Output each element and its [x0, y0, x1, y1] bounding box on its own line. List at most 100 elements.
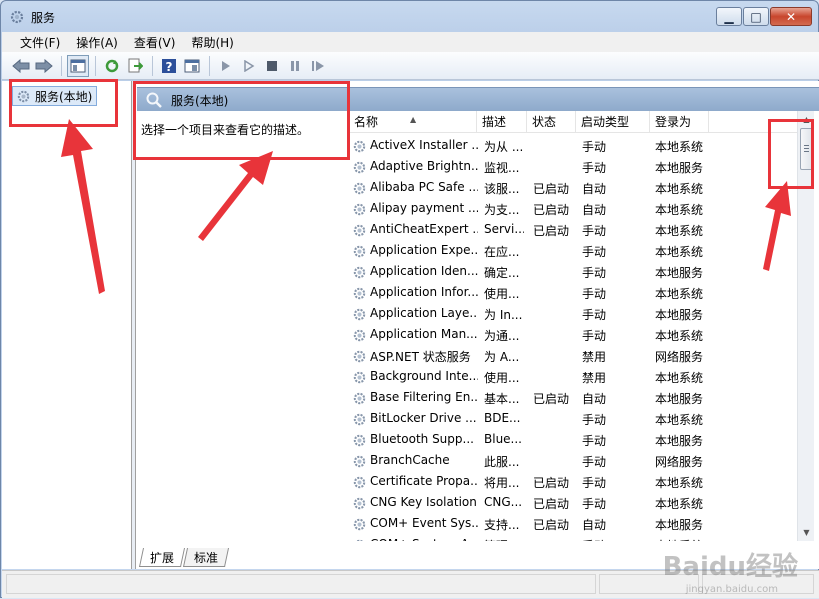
table-row[interactable]: Application Man...为通...手动本地系统 [350, 325, 797, 346]
scroll-down-icon[interactable]: ▼ [798, 524, 815, 541]
row-description: 管理... [484, 537, 524, 541]
table-row[interactable]: BranchCache此服...手动网络服务 [350, 451, 797, 472]
gear-icon [352, 538, 367, 541]
refresh-button[interactable] [101, 55, 123, 77]
row-logon-as: 本地服务 [655, 159, 715, 176]
table-row[interactable]: Background Inte...使用...禁用本地系统 [350, 367, 797, 388]
minimize-icon: ▁ [717, 9, 741, 25]
row-startup-type: 手动 [582, 243, 642, 260]
row-name: COM+ System A... [370, 537, 478, 541]
pause-icon [289, 60, 301, 72]
menu-help[interactable]: 帮助(H) [183, 32, 241, 52]
vertical-scrollbar[interactable]: ▲ ▼ [797, 111, 814, 541]
console-tree-icon [70, 59, 86, 73]
row-name: Background Inte... [370, 369, 478, 383]
table-row[interactable]: Application Infor...使用...手动本地系统 [350, 283, 797, 304]
row-description: 将用... [484, 474, 524, 491]
table-row[interactable]: ActiveX Installer ...为从 ...手动本地系统 [350, 136, 797, 157]
row-name: Application Man... [370, 327, 478, 341]
tree-item-services-local[interactable]: 服务(本地) [12, 86, 97, 106]
table-row[interactable]: Base Filtering En...基本...已启动自动本地服务 [350, 388, 797, 409]
table-row[interactable]: ASP.NET 状态服务为 A...禁用网络服务 [350, 346, 797, 367]
row-name: ASP.NET 状态服务 [370, 348, 478, 365]
table-row[interactable]: Certificate Propa...将用...已启动手动本地系统 [350, 472, 797, 493]
tree-item-label: 服务(本地) [35, 90, 92, 104]
row-description: 为 In... [484, 306, 524, 323]
sort-ascending-icon: ▲ [410, 111, 416, 131]
start-icon [243, 60, 255, 72]
close-button[interactable]: ✕ [770, 7, 812, 26]
row-description: 监视... [484, 159, 524, 176]
column-header-description[interactable]: 描述 [478, 111, 527, 133]
row-name: BranchCache [370, 453, 478, 467]
start-service-button-2[interactable] [238, 55, 260, 77]
table-row[interactable]: AntiCheatExpert ...Servi...已启动手动本地系统 [350, 220, 797, 241]
scroll-up-icon[interactable]: ▲ [798, 111, 815, 128]
close-icon: ✕ [771, 9, 811, 25]
row-description: Servi... [484, 222, 524, 236]
pane-splitter[interactable] [132, 81, 136, 569]
maximize-button[interactable]: □ [743, 7, 769, 26]
row-startup-type: 手动 [582, 222, 642, 239]
table-row[interactable]: Application Iden...确定...手动本地服务 [350, 262, 797, 283]
forward-button[interactable] [33, 55, 55, 77]
row-logon-as: 本地服务 [655, 306, 715, 323]
column-header-startup-type[interactable]: 启动类型 [577, 111, 650, 133]
row-startup-type: 禁用 [582, 348, 642, 365]
column-header-name[interactable]: 名称 ▲ [350, 111, 477, 133]
tab-extended[interactable]: 扩展 [139, 548, 185, 567]
table-row[interactable]: COM+ System A...管理...手动本地系统 [350, 535, 797, 541]
gear-icon [352, 433, 367, 448]
pause-service-button[interactable] [284, 55, 306, 77]
table-row[interactable]: Application Expe...在应...手动本地系统 [350, 241, 797, 262]
menu-bar: 文件(F) 操作(A) 查看(V) 帮助(H) [2, 32, 819, 52]
column-header-status[interactable]: 状态 [528, 111, 576, 133]
properties-icon [184, 59, 200, 73]
table-row[interactable]: COM+ Event Sys...支持...已启动自动本地服务 [350, 514, 797, 535]
tab-standard[interactable]: 标准 [183, 548, 229, 567]
table-row[interactable]: CNG Key IsolationCNG...已启动手动本地系统 [350, 493, 797, 514]
row-status: 已启动 [533, 222, 573, 239]
row-logon-as: 本地系统 [655, 474, 715, 491]
menu-view[interactable]: 查看(V) [126, 32, 184, 52]
start-service-button[interactable] [215, 55, 237, 77]
gear-icon [352, 517, 367, 532]
export-list-button[interactable] [124, 55, 146, 77]
svg-text:?: ? [166, 60, 173, 74]
help-button[interactable]: ? [158, 55, 180, 77]
row-logon-as: 本地服务 [655, 516, 715, 533]
row-logon-as: 网络服务 [655, 453, 715, 470]
table-row[interactable]: Application Laye...为 In...手动本地服务 [350, 304, 797, 325]
table-row[interactable]: Alipay payment ...为支...已启动自动本地系统 [350, 199, 797, 220]
menu-action[interactable]: 操作(A) [68, 32, 126, 52]
table-row[interactable]: Adaptive Brightn...监视...手动本地服务 [350, 157, 797, 178]
minimize-button[interactable]: ▁ [716, 7, 742, 26]
table-row[interactable]: Alibaba PC Safe ...该服...已启动自动本地系统 [350, 178, 797, 199]
title-bar[interactable]: 服务 ▁ □ ✕ [1, 1, 818, 31]
gear-icon [352, 307, 367, 322]
toolbar: ? [2, 52, 819, 80]
content-area: 服务(本地) 服务(本地) 选择一个项目来查看它的描述。 名称 ▲ 描述 [2, 81, 819, 569]
watermark-logo: Baidu经验 [663, 546, 798, 583]
gear-icon [352, 265, 367, 280]
console-tree-button[interactable] [67, 55, 89, 77]
row-startup-type: 自动 [582, 201, 642, 218]
row-startup-type: 手动 [582, 495, 642, 512]
column-header-logon-as[interactable]: 登录为 [651, 111, 709, 133]
row-name: Base Filtering En... [370, 390, 478, 404]
table-row[interactable]: Bluetooth Supp...Blue...手动本地服务 [350, 430, 797, 451]
table-row[interactable]: BitLocker Drive ...BDE...手动本地系统 [350, 409, 797, 430]
row-name: CNG Key Isolation [370, 495, 478, 509]
row-startup-type: 禁用 [582, 369, 642, 386]
row-logon-as: 本地系统 [655, 495, 715, 512]
stop-service-button[interactable] [261, 55, 283, 77]
back-button[interactable] [10, 55, 32, 77]
row-name: BitLocker Drive ... [370, 411, 478, 425]
properties-button[interactable] [181, 55, 203, 77]
row-description: 在应... [484, 243, 524, 260]
menu-file[interactable]: 文件(F) [12, 32, 68, 52]
gear-icon [352, 202, 367, 217]
scrollbar-thumb[interactable] [800, 128, 813, 170]
row-logon-as: 本地服务 [655, 390, 715, 407]
resume-service-button[interactable] [307, 55, 329, 77]
